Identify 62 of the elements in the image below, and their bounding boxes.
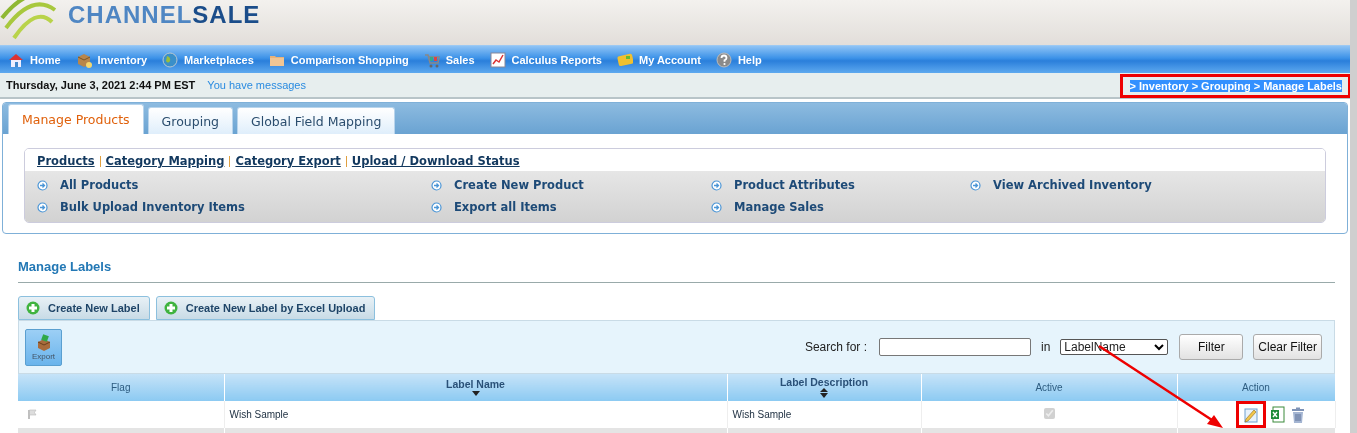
chevron-down-icon xyxy=(1154,343,1165,351)
plus-icon xyxy=(163,301,178,315)
arrow-circle-icon xyxy=(431,179,442,191)
box-icon xyxy=(35,333,52,352)
arrow-circle-icon xyxy=(37,201,48,213)
plus-icon xyxy=(26,301,40,315)
filter-button[interactable]: Filter xyxy=(1179,334,1244,360)
arrow-circle-icon xyxy=(970,179,981,191)
box-icon xyxy=(75,51,92,68)
submenu-link[interactable]: Products xyxy=(37,154,95,168)
in-label: in xyxy=(1040,340,1051,354)
column-header: Action xyxy=(1177,374,1335,401)
menu-item[interactable]: Help xyxy=(715,51,762,68)
tab[interactable]: Manage Products xyxy=(8,104,144,134)
quick-link[interactable]: Manage Sales xyxy=(734,200,824,214)
column-header[interactable]: Label Description xyxy=(727,374,921,401)
arrow-circle-icon xyxy=(431,201,442,213)
quick-link[interactable]: Export all Items xyxy=(454,200,557,214)
quick-link[interactable]: Create New Product xyxy=(454,178,584,192)
chart-icon xyxy=(489,51,506,68)
quick-link[interactable]: All Products xyxy=(60,178,139,192)
submenu-link[interactable]: Category Export xyxy=(235,154,341,168)
card-icon xyxy=(616,51,633,68)
arrow-circle-icon xyxy=(711,201,722,213)
export-button[interactable]: Export xyxy=(25,328,62,366)
column-header[interactable]: Label Name xyxy=(224,374,727,401)
column-header: Active xyxy=(921,374,1177,401)
trash-icon[interactable] xyxy=(1290,406,1306,423)
globe-icon xyxy=(162,51,179,68)
spreadsheet-icon[interactable] xyxy=(1270,406,1286,423)
arrow-circle-icon xyxy=(711,179,722,191)
edit-icon[interactable] xyxy=(1243,407,1259,423)
menu-item[interactable]: Marketplaces xyxy=(162,51,254,68)
flag-icon xyxy=(27,409,37,420)
tab[interactable]: Global Field Mapping xyxy=(237,107,396,134)
quick-link[interactable]: Bulk Upload Inventory Items xyxy=(60,200,245,214)
quick-link[interactable]: Product Attributes xyxy=(734,178,855,192)
breadcrumb: > Inventory > Grouping > Manage Labels xyxy=(1129,80,1342,92)
submenu-link[interactable]: Category Mapping xyxy=(105,154,225,168)
section-title: Manage Labels xyxy=(18,259,1335,283)
help-icon xyxy=(715,51,732,68)
menu-item[interactable]: Inventory xyxy=(75,51,148,68)
menu-item[interactable]: My Account xyxy=(616,51,701,68)
menu-item[interactable]: Comparison Shopping xyxy=(268,51,409,68)
arrow-circle-icon xyxy=(37,179,48,191)
submenu-link[interactable]: Upload / Download Status xyxy=(351,154,520,168)
quick-link[interactable]: View Archived Inventory xyxy=(993,178,1152,192)
clear-filter-button[interactable]: Clear Filter xyxy=(1253,334,1322,360)
create-button[interactable]: Create New Label by Excel Upload xyxy=(155,296,376,320)
search-label: Search for : xyxy=(804,340,867,354)
create-button[interactable]: Create New Label xyxy=(18,296,150,320)
column-header: Flag xyxy=(18,374,224,401)
cart-icon xyxy=(423,51,440,68)
tab[interactable]: Grouping xyxy=(147,107,233,134)
date-time: Thursday, June 3, 2021 2:44 PM EST xyxy=(6,79,196,91)
column-select[interactable]: LabelName xyxy=(1060,339,1169,355)
menu-item[interactable]: Calculus Reports xyxy=(489,51,602,68)
logo-wordmark: CHANNELSALE xyxy=(68,2,261,29)
menu-item[interactable]: Home xyxy=(8,51,61,68)
menu-item[interactable]: Sales xyxy=(423,51,475,68)
search-field[interactable] xyxy=(878,338,1031,356)
house-icon xyxy=(8,51,24,68)
